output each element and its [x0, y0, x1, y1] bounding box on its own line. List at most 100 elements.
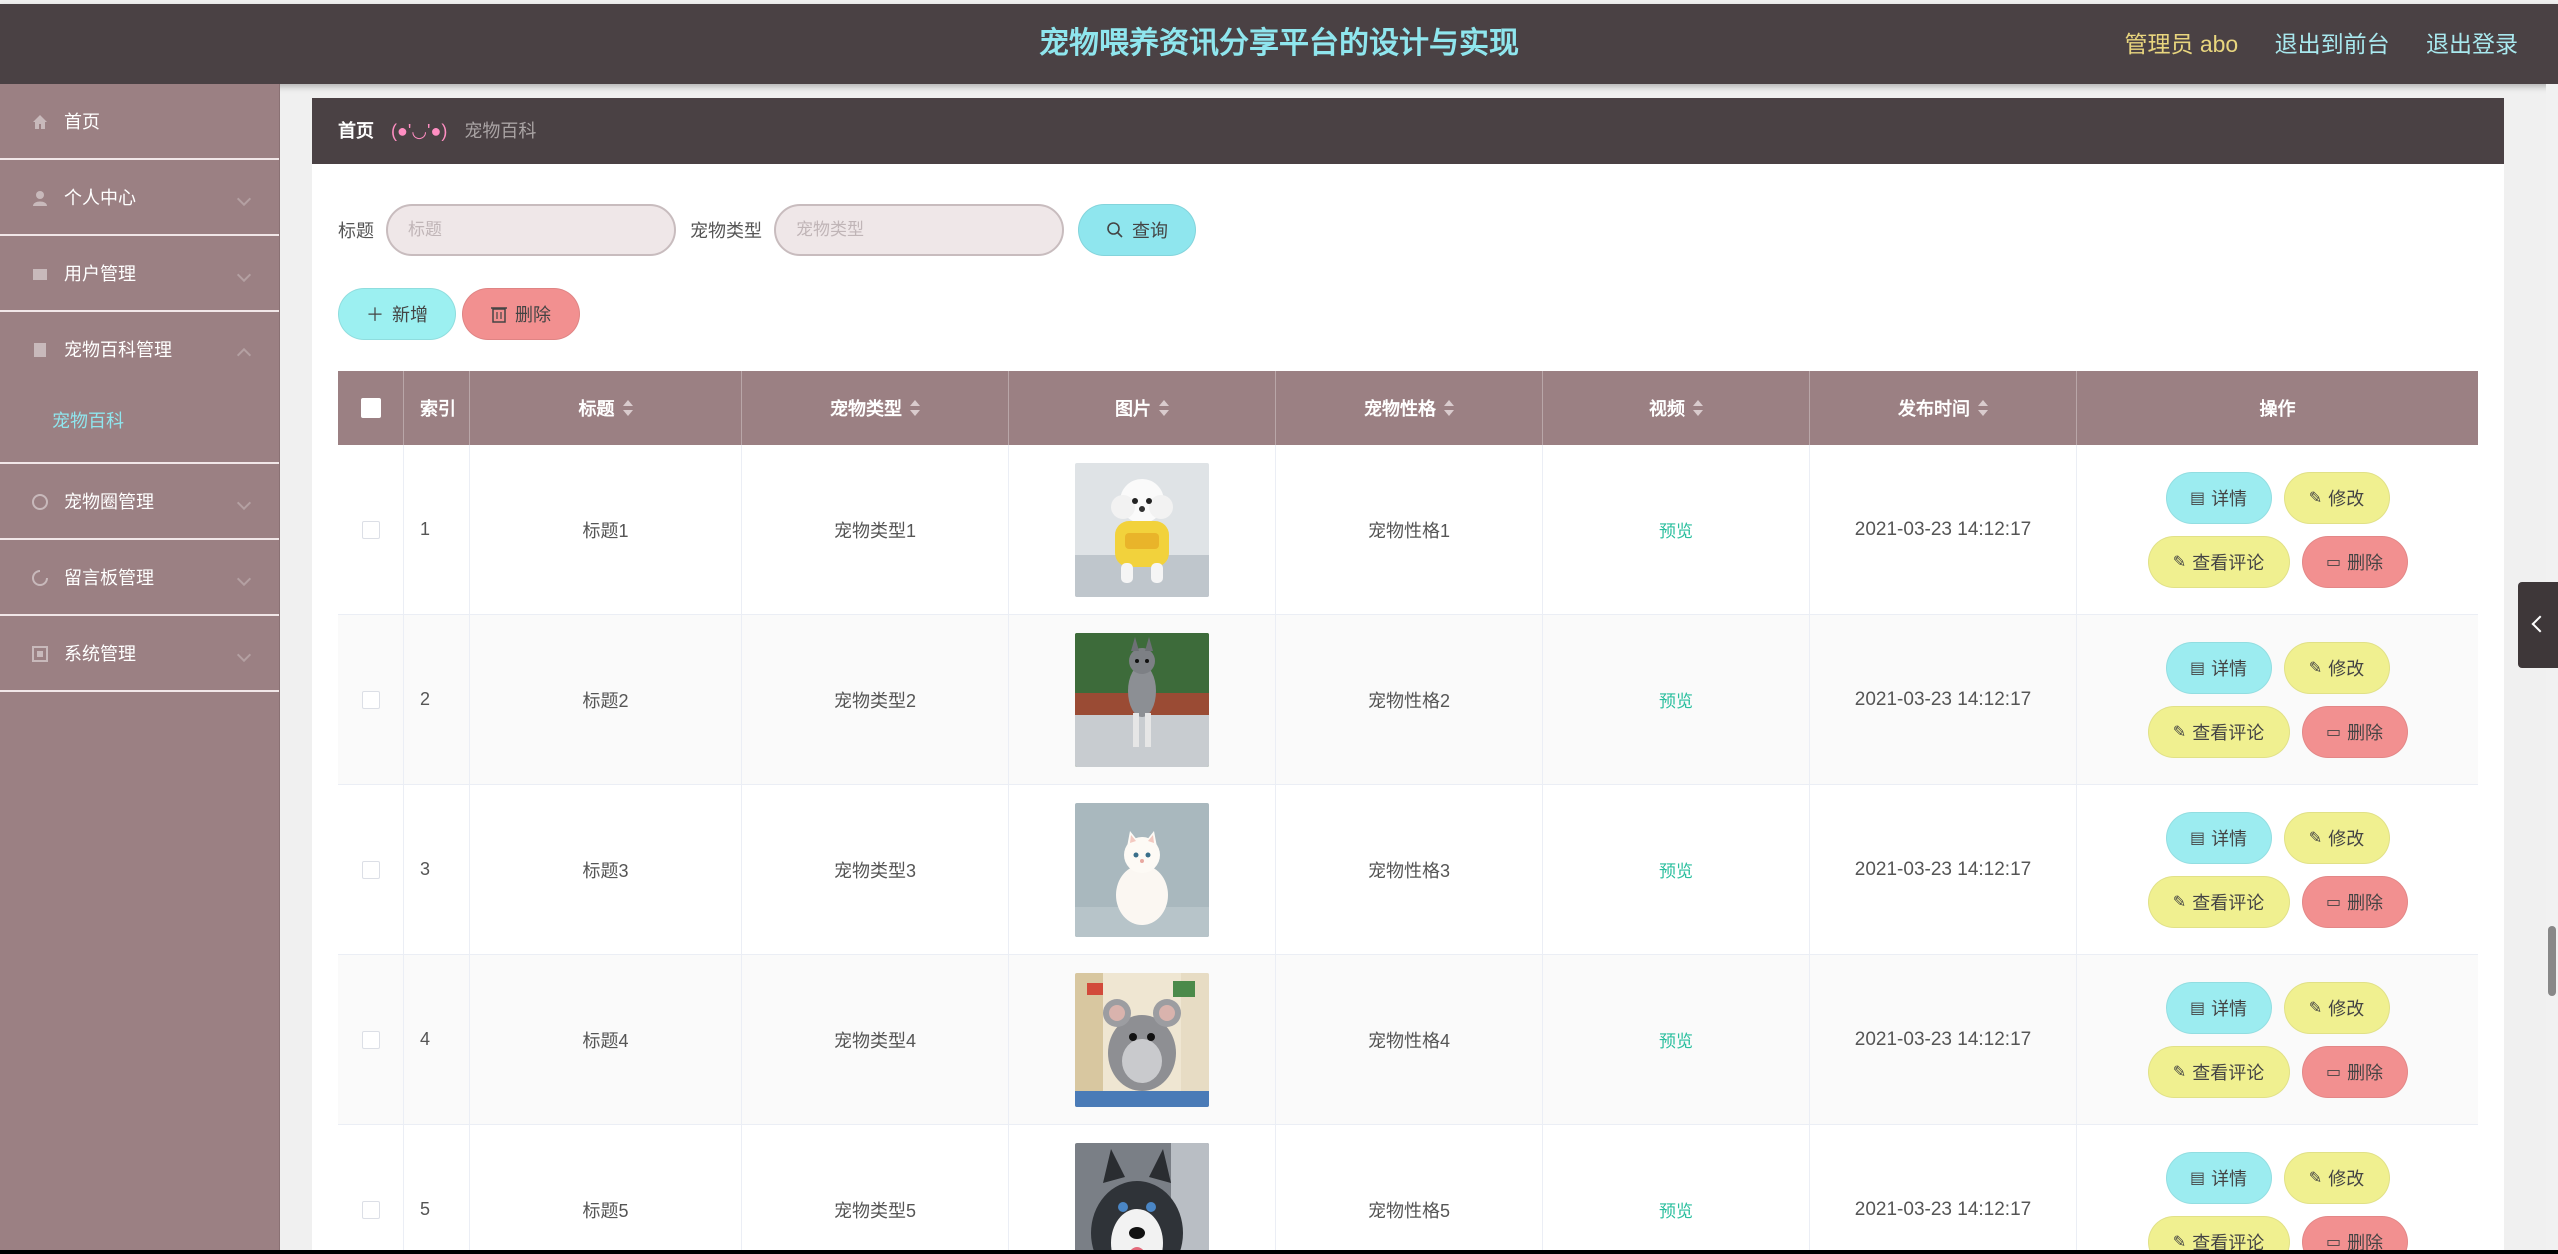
row-select-cell [338, 445, 404, 614]
add-button[interactable]: ＋ 新增 [338, 288, 456, 340]
pet-type-input[interactable] [774, 204, 1064, 256]
document-icon: ▤ [2189, 829, 2206, 847]
column-header-publish-time[interactable]: 发布时间 [1810, 371, 2077, 445]
video-preview-link[interactable]: 预览 [1659, 1197, 1693, 1222]
row-checkbox[interactable] [361, 860, 380, 879]
exit-to-front-link[interactable]: 退出到前台 [2275, 31, 2390, 57]
sidebar-item-personal-center[interactable]: 个人中心 [0, 160, 279, 236]
cell-image [1009, 785, 1276, 954]
edit-button[interactable]: ✎ 修改 [2283, 811, 2390, 864]
collapse-panel-toggle[interactable] [2518, 582, 2558, 668]
cell-pet-type: 宠物类型3 [742, 785, 1009, 954]
sidebar-item-message-board-management[interactable]: 留言板管理 [0, 540, 279, 616]
pencil-icon: ✎ [2172, 723, 2187, 741]
breadcrumb-current: 宠物百科 [464, 121, 537, 141]
sidebar-subitem-pet-encyclopedia[interactable]: 宠物百科 [0, 388, 279, 464]
cell-image [1009, 445, 1276, 614]
edit-button[interactable]: ✎ 修改 [2283, 471, 2390, 524]
detail-button[interactable]: ▤ 详情 [2165, 981, 2272, 1034]
sidebar-item-label: 宠物百科管理 [64, 340, 172, 360]
pencil-icon: ✎ [2172, 893, 2187, 911]
sort-icon[interactable] [1159, 400, 1169, 416]
pet-thumbnail[interactable] [1075, 802, 1209, 937]
delete-button[interactable]: ▭ 删除 [2301, 705, 2408, 758]
search-button[interactable]: 查询 [1078, 204, 1196, 256]
data-table: 索引 标题 宠物类型 图片 宠物性格 视频 发布时间 操作 1 标题1 宠物类型1 宠… [338, 371, 2478, 1254]
column-header-title[interactable]: 标题 [470, 371, 742, 445]
table-row: 5 标题5 宠物类型5 宠物性格5 预览 2021-03-23 14:12:17 ▤ 详情 ✎ 修… [338, 1125, 2478, 1254]
cell-pet-trait: 宠物性格5 [1276, 1125, 1543, 1254]
sidebar-item-system-management[interactable]: 系统管理 [0, 616, 279, 692]
pet-thumbnail[interactable] [1075, 632, 1209, 767]
row-checkbox[interactable] [361, 690, 380, 709]
scrollbar-track[interactable] [2546, 84, 2558, 1254]
column-header-image[interactable]: 图片 [1009, 371, 1276, 445]
edit-button[interactable]: ✎ 修改 [2283, 981, 2390, 1034]
table-row: 3 标题3 宠物类型3 宠物性格3 预览 2021-03-23 14:12:17 ▤ 详情 ✎ 修… [338, 785, 2478, 955]
logout-link[interactable]: 退出登录 [2426, 31, 2518, 57]
cell-pet-type: 宠物类型2 [742, 615, 1009, 784]
plus-icon: ＋ [366, 305, 384, 325]
pet-thumbnail[interactable] [1075, 462, 1209, 597]
detail-button[interactable]: ▤ 详情 [2165, 641, 2272, 694]
view-comments-button[interactable]: ✎ 查看评论 [2147, 1215, 2290, 1254]
detail-button[interactable]: ▤ 详情 [2165, 471, 2272, 524]
delete-button[interactable]: ▭ 删除 [2301, 1045, 2408, 1098]
view-comments-button[interactable]: ✎ 查看评论 [2147, 1045, 2290, 1098]
cell-pet-type: 宠物类型1 [742, 445, 1009, 614]
sidebar-item-pet-encyclopedia-management[interactable]: 宠物百科管理 [0, 312, 279, 388]
edit-button[interactable]: ✎ 修改 [2283, 641, 2390, 694]
sort-icon[interactable] [1978, 400, 1988, 416]
sidebar-item-user-management[interactable]: 用户管理 [0, 236, 279, 312]
video-preview-link[interactable]: 预览 [1659, 1027, 1693, 1052]
row-checkbox[interactable] [361, 1030, 380, 1049]
breadcrumb-home[interactable]: 首页 [338, 121, 374, 141]
sort-icon[interactable] [622, 400, 633, 416]
sidebar-item-label: 系统管理 [64, 644, 136, 664]
batch-delete-button[interactable]: 删除 [462, 288, 580, 340]
pencil-icon: ✎ [2172, 1063, 2187, 1081]
view-comments-button[interactable]: ✎ 查看评论 [2147, 875, 2290, 928]
column-header-pet-type[interactable]: 宠物类型 [742, 371, 1009, 445]
sidebar-item-label: 首页 [64, 112, 100, 132]
sort-icon[interactable] [910, 400, 920, 416]
pencil-icon: ✎ [2308, 659, 2323, 677]
pet-thumbnail[interactable] [1075, 1142, 1209, 1254]
cell-video: 预览 [1543, 445, 1810, 614]
edit-button[interactable]: ✎ 修改 [2283, 1151, 2390, 1204]
video-preview-link[interactable]: 预览 [1659, 517, 1693, 542]
column-header-pet-trait[interactable]: 宠物性格 [1276, 371, 1543, 445]
scrollbar-thumb[interactable] [2548, 926, 2556, 996]
video-preview-link[interactable]: 预览 [1659, 687, 1693, 712]
document-icon: ▤ [2189, 489, 2206, 507]
sort-icon[interactable] [1444, 400, 1454, 416]
select-all-checkbox[interactable] [360, 398, 381, 418]
cell-index: 2 [404, 615, 470, 784]
delete-button[interactable]: ▭ 删除 [2301, 1215, 2408, 1254]
row-checkbox[interactable] [361, 1200, 380, 1219]
view-comments-button[interactable]: ✎ 查看评论 [2147, 705, 2290, 758]
column-header-video[interactable]: 视频 [1543, 371, 1810, 445]
trash-icon: ▭ [2325, 553, 2342, 571]
detail-button[interactable]: ▤ 详情 [2165, 1151, 2272, 1204]
trash-icon: ▭ [2325, 723, 2342, 741]
sidebar-item-home[interactable]: 首页 [0, 84, 279, 160]
pet-thumbnail[interactable] [1075, 972, 1209, 1107]
trash-icon: ▭ [2325, 1063, 2342, 1081]
search-icon [1107, 222, 1123, 238]
video-preview-link[interactable]: 预览 [1659, 857, 1693, 882]
delete-button[interactable]: ▭ 删除 [2301, 875, 2408, 928]
message-icon [32, 570, 48, 586]
view-comments-button[interactable]: ✎ 查看评论 [2147, 535, 2290, 588]
delete-button[interactable]: ▭ 删除 [2301, 535, 2408, 588]
title-input[interactable] [386, 204, 676, 256]
settings-icon [32, 646, 48, 662]
sidebar-item-pet-circle-management[interactable]: 宠物圈管理 [0, 464, 279, 540]
detail-button[interactable]: ▤ 详情 [2165, 811, 2272, 864]
row-select-cell [338, 955, 404, 1124]
table-row: 4 标题4 宠物类型4 宠物性格4 预览 2021-03-23 14:12:17 ▤ 详情 ✎ 修… [338, 955, 2478, 1125]
row-checkbox[interactable] [361, 520, 380, 539]
cell-pet-type: 宠物类型4 [742, 955, 1009, 1124]
cell-image [1009, 615, 1276, 784]
sort-icon[interactable] [1693, 400, 1703, 416]
